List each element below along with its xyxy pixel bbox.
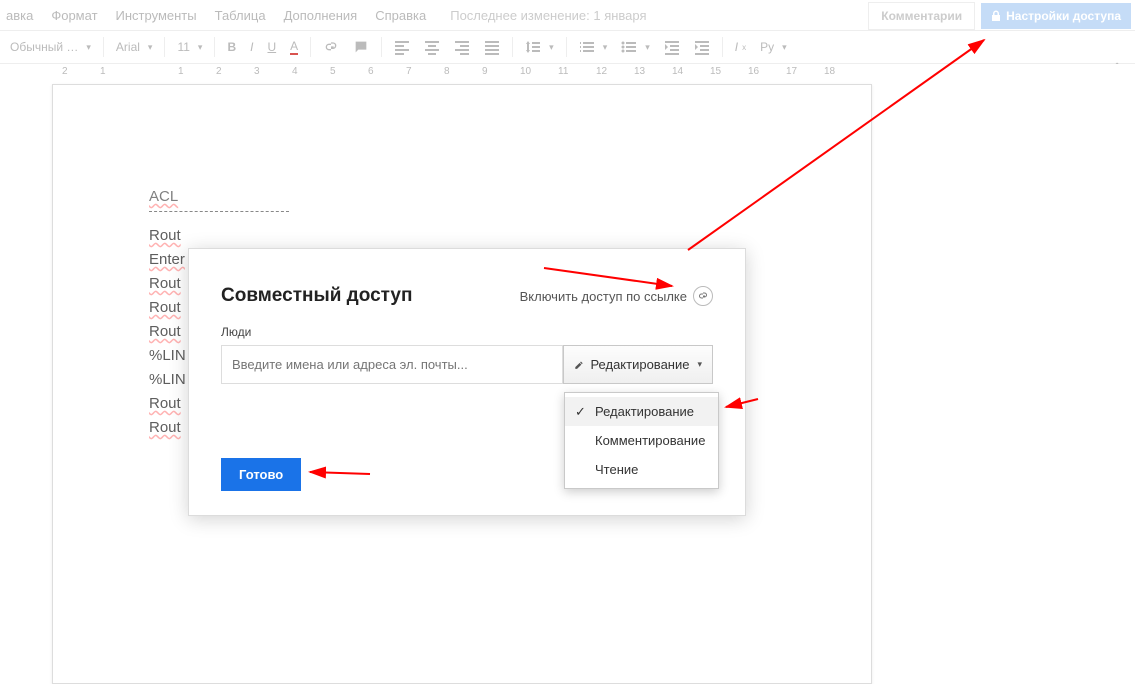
menu-item[interactable]: Инструменты — [116, 8, 197, 23]
dropdown-item-view[interactable]: Чтение — [565, 455, 718, 484]
ruler-mark: 13 — [634, 66, 645, 77]
clear-format-button[interactable]: Ix — [729, 40, 752, 54]
ruler-mark: 4 — [292, 66, 298, 77]
align-right-button[interactable] — [448, 39, 476, 55]
pencil-icon — [574, 359, 584, 371]
indent-decrease-button[interactable] — [658, 39, 686, 55]
ruler-mark: 18 — [824, 66, 835, 77]
ruler-mark: 15 — [710, 66, 721, 77]
menu-item[interactable]: Таблица — [215, 8, 266, 23]
size-select[interactable]: 11 — [171, 40, 208, 54]
doc-title: ACL — [149, 185, 775, 209]
bullet-list-button[interactable] — [615, 39, 656, 55]
ruler-mark: 6 — [368, 66, 374, 77]
link-button[interactable] — [317, 39, 345, 55]
align-justify-button[interactable] — [478, 39, 506, 55]
people-input[interactable] — [221, 345, 563, 384]
ruler-mark: 12 — [596, 66, 607, 77]
menu-item[interactable]: Дополнения — [284, 8, 358, 23]
link-icon — [693, 286, 713, 306]
comment-button[interactable] — [347, 39, 375, 55]
ruler-mark: 3 — [254, 66, 260, 77]
ruler-mark: 2 — [62, 66, 68, 77]
share-button-label: Настройки доступа — [1006, 9, 1121, 23]
menu-item[interactable]: авка — [6, 8, 33, 23]
indent-increase-button[interactable] — [688, 39, 716, 55]
ruler-mark: 5 — [330, 66, 336, 77]
menu-item[interactable]: Формат — [51, 8, 97, 23]
font-select[interactable]: Arial — [110, 40, 159, 54]
doc-line: Rout — [149, 224, 775, 248]
permission-label: Редактирование — [590, 357, 689, 372]
style-select[interactable]: Обычный … — [4, 40, 97, 54]
dropdown-item-edit[interactable]: Редактирование — [565, 397, 718, 426]
italic-button[interactable]: I — [244, 40, 259, 54]
permission-select-button[interactable]: Редактирование — [563, 345, 713, 384]
ruler-mark: 8 — [444, 66, 450, 77]
ruler-mark: 7 — [406, 66, 412, 77]
comments-button[interactable]: Комментарии — [868, 2, 975, 30]
ruler-mark: 11 — [558, 66, 568, 77]
done-button[interactable]: Готово — [221, 458, 301, 491]
people-label: Люди — [221, 325, 713, 339]
ruler-mark: 2 — [216, 66, 222, 77]
dropdown-item-comment[interactable]: Комментирование — [565, 426, 718, 455]
align-center-button[interactable] — [418, 39, 446, 55]
ruler-mark: 10 — [520, 66, 531, 77]
ruler: 2 1 1 2 3 4 5 6 7 8 9 10 11 12 13 14 15 … — [0, 64, 1135, 80]
enable-link-label: Включить доступ по ссылке — [520, 289, 687, 304]
permission-dropdown[interactable]: Редактирование Комментирование Чтение — [564, 392, 719, 489]
bold-button[interactable]: B — [221, 40, 242, 54]
underline-button[interactable]: U — [261, 40, 282, 54]
ruler-mark: 17 — [786, 66, 797, 77]
text-color-button[interactable]: А — [284, 39, 304, 55]
ruler-mark: 16 — [748, 66, 759, 77]
enable-link-access[interactable]: Включить доступ по ссылке — [520, 286, 713, 306]
align-left-button[interactable] — [388, 39, 416, 55]
menu-item[interactable]: Справка — [375, 8, 426, 23]
ruler-mark: 1 — [178, 66, 184, 77]
numbered-list-button[interactable] — [573, 39, 614, 55]
ruler-mark: 9 — [482, 66, 488, 77]
ruler-mark: 1 — [100, 66, 106, 77]
ruler-mark: 14 — [672, 66, 683, 77]
modal-title: Совместный доступ — [221, 285, 412, 307]
input-tools-button[interactable]: Ру — [754, 40, 793, 54]
line-spacing-button[interactable] — [519, 39, 560, 55]
toolbar: Обычный … Arial 11 B I U А Ix Ру — [0, 30, 1135, 64]
share-settings-button[interactable]: Настройки доступа — [981, 3, 1131, 29]
lock-icon — [991, 10, 1001, 22]
last-edit-label: Последнее изменение: 1 января — [450, 8, 646, 23]
menu-bar[interactable]: авка Формат Инструменты Таблица Дополнен… — [0, 8, 426, 23]
